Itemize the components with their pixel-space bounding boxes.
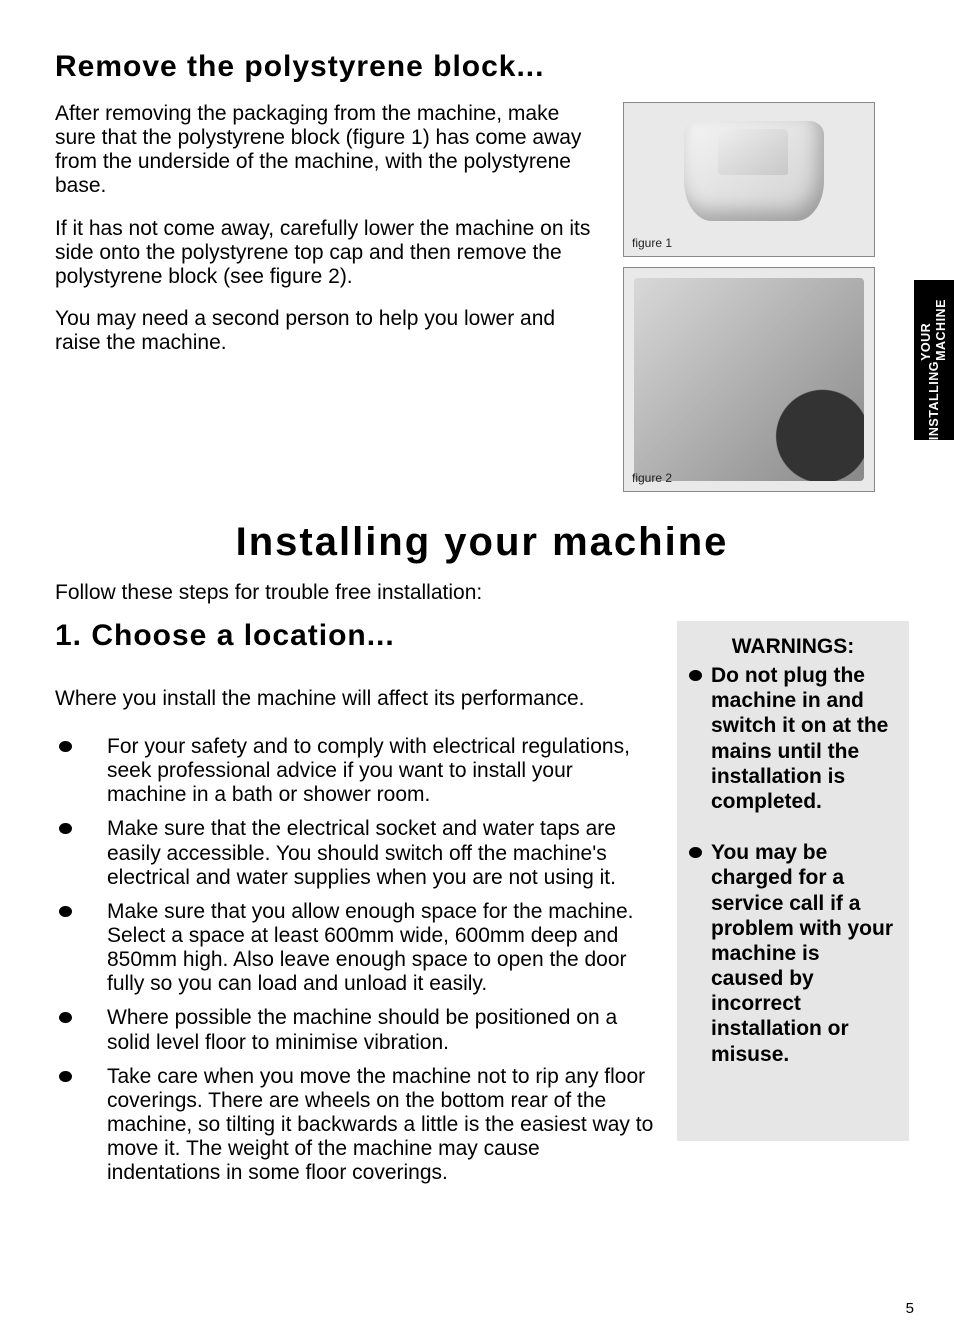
left-column: 1. Choose a location... Where you instal… (55, 619, 655, 1195)
figure-2: figure 2 (623, 267, 875, 492)
list-item: For your safety and to comply with elect… (55, 735, 655, 807)
choose-location-heading: 1. Choose a location... (55, 619, 655, 653)
figure-1-label: figure 1 (632, 236, 672, 250)
intro-paragraph-2: If it has not come away, carefully lower… (55, 217, 595, 289)
section-tab: YOUR MACHINE INSTALLING (914, 280, 954, 440)
follow-steps-line: Follow these steps for trouble free inst… (55, 581, 909, 605)
figures-column: figure 1 figure 2 (623, 102, 875, 492)
intro-paragraph-3: You may need a second person to help you… (55, 307, 595, 355)
side-tab-line2: YOUR MACHINE (919, 280, 949, 361)
page-number: 5 (906, 1300, 914, 1317)
warning-item: Do not plug the machine in and switch it… (689, 663, 897, 814)
machine-underside-icon (634, 278, 864, 481)
content-columns: 1. Choose a location... Where you instal… (55, 619, 909, 1195)
location-bullet-list: For your safety and to comply with elect… (55, 735, 655, 1185)
remove-block-heading: Remove the polystyrene block... (55, 50, 909, 84)
warnings-box: WARNINGS: Do not plug the machine in and… (677, 621, 909, 1141)
figure-1: figure 1 (623, 102, 875, 257)
intro-text: After removing the packaging from the ma… (55, 102, 595, 492)
intro-paragraph-1: After removing the packaging from the ma… (55, 102, 595, 199)
polystyrene-block-icon (684, 121, 824, 221)
list-item: Make sure that the electrical socket and… (55, 817, 655, 889)
warnings-list: Do not plug the machine in and switch it… (689, 663, 897, 1067)
warnings-title: WARNINGS: (689, 635, 897, 659)
side-tab-line1: INSTALLING (927, 361, 942, 440)
intro-block: After removing the packaging from the ma… (55, 102, 909, 492)
list-item: Where possible the machine should be pos… (55, 1006, 655, 1054)
installing-heading: Installing your machine (55, 520, 909, 565)
figure-2-label: figure 2 (632, 471, 672, 485)
list-item: Make sure that you allow enough space fo… (55, 900, 655, 997)
warning-item: You may be charged for a service call if… (689, 840, 897, 1067)
list-item: Take care when you move the machine not … (55, 1065, 655, 1186)
where-install-line: Where you install the machine will affec… (55, 687, 655, 711)
